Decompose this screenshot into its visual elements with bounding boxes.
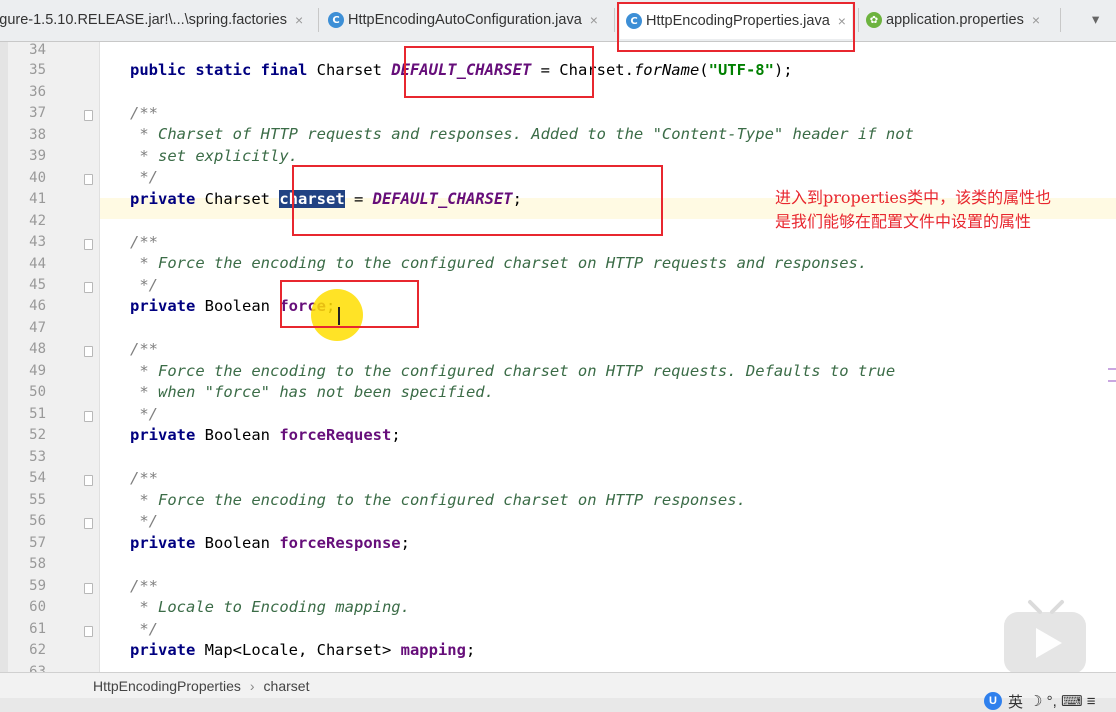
fold-toggle-icon[interactable] <box>84 475 93 486</box>
annotation-line: 是我们能够在配置文件中设置的属性 <box>775 212 1032 231</box>
code-line-40: */ <box>130 168 158 186</box>
fold-toggle-icon[interactable] <box>84 239 93 250</box>
line-number-gutter: 34 35 36 37 38 39 40 41 42 43 44 45 46 4… <box>8 42 100 672</box>
line-number: 47 <box>29 320 46 336</box>
code-line-51: */ <box>130 405 158 423</box>
scroll-marker <box>1108 368 1116 370</box>
video-play-icon[interactable] <box>1000 598 1090 678</box>
highlight-box-force-field <box>280 280 419 328</box>
tab-spring-factories[interactable]: figure-1.5.10.RELEASE.jar!\...\spring.fa… <box>0 6 303 34</box>
line-number: 39 <box>29 148 46 164</box>
tab-application-properties[interactable]: ✿ application.properties × <box>866 6 1040 34</box>
line-number: 54 <box>29 470 46 486</box>
code-line-62: private Map<Locale, Charset> mapping; <box>130 641 476 659</box>
line-number: 55 <box>29 492 46 508</box>
code-line-54: /** <box>130 469 158 487</box>
code-line-37: /** <box>130 104 158 122</box>
code-line-49: * Force the encoding to the configured c… <box>130 362 896 380</box>
line-number: 61 <box>29 621 46 637</box>
tab-http-encoding-auto-configuration[interactable]: C HttpEncodingAutoConfiguration.java × <box>328 6 598 34</box>
line-number: 36 <box>29 84 46 100</box>
code-line-43: /** <box>130 233 158 251</box>
line-number: 34 <box>29 42 46 58</box>
breadcrumb: HttpEncodingProperties › charset <box>0 672 1116 698</box>
tab-divider <box>1060 8 1061 32</box>
close-icon[interactable]: × <box>295 12 303 28</box>
code-line-44: * Force the encoding to the configured c… <box>130 254 868 272</box>
code-line-56: */ <box>130 512 158 530</box>
class-icon: C <box>328 12 344 28</box>
tab-divider <box>614 8 615 32</box>
line-number: 44 <box>29 256 46 272</box>
line-number: 38 <box>29 127 46 143</box>
line-number: 41 <box>29 191 46 207</box>
breadcrumb-item-class[interactable]: HttpEncodingProperties <box>93 678 241 694</box>
tab-label: figure-1.5.10.RELEASE.jar!\...\spring.fa… <box>0 12 287 28</box>
line-number: 53 <box>29 449 46 465</box>
left-tool-strip <box>0 42 8 672</box>
line-number: 42 <box>29 213 46 229</box>
chevron-down-icon: ▾ <box>1092 12 1100 28</box>
tab-label: HttpEncodingAutoConfiguration.java <box>348 12 582 28</box>
close-icon[interactable]: × <box>1032 12 1040 28</box>
line-number: 63 <box>29 664 46 672</box>
ime-logo-icon: U <box>984 692 1002 710</box>
fold-toggle-icon[interactable] <box>84 518 93 529</box>
close-icon[interactable]: × <box>590 12 598 28</box>
breadcrumb-item-field[interactable]: charset <box>264 678 310 694</box>
fold-toggle-icon[interactable] <box>84 411 93 422</box>
line-number: 60 <box>29 599 46 615</box>
code-line-59: /** <box>130 577 158 595</box>
line-number: 46 <box>29 298 46 314</box>
tab-label: application.properties <box>886 12 1024 28</box>
line-number: 49 <box>29 363 46 379</box>
annotation-line: 进入到properties类中，该类的属性也 <box>775 188 1052 207</box>
line-number: 43 <box>29 234 46 250</box>
line-number: 45 <box>29 277 46 293</box>
line-number: 37 <box>29 105 46 121</box>
code-editor[interactable]: public static final Charset DEFAULT_CHAR… <box>100 42 1116 672</box>
tab-divider <box>318 8 319 32</box>
line-number: 40 <box>29 170 46 186</box>
code-line-52: private Boolean forceRequest; <box>130 426 401 444</box>
code-line-48: /** <box>130 340 158 358</box>
tab-list-menu-button[interactable]: ▾ <box>1092 6 1099 34</box>
line-number: 52 <box>29 427 46 443</box>
spring-leaf-icon: ✿ <box>866 12 882 28</box>
code-line-61: */ <box>130 620 158 638</box>
code-line-38: * Charset of HTTP requests and responses… <box>130 125 914 143</box>
fold-toggle-icon[interactable] <box>84 282 93 293</box>
ime-toolbar[interactable]: U 英 ☽ °, ⌨ ≡ <box>984 690 1096 712</box>
line-number: 50 <box>29 384 46 400</box>
line-number: 48 <box>29 341 46 357</box>
line-number: 57 <box>29 535 46 551</box>
code-line-45: */ <box>130 276 158 294</box>
line-number: 35 <box>29 62 46 78</box>
code-line-60: * Locale to Encoding mapping. <box>130 598 410 616</box>
editor-tab-bar: figure-1.5.10.RELEASE.jar!\...\spring.fa… <box>0 0 1116 52</box>
ime-language-toggle[interactable]: 英 <box>1008 691 1023 712</box>
highlight-box-charset-field <box>292 165 663 236</box>
tab-divider <box>858 8 859 32</box>
status-bar <box>0 698 1116 712</box>
line-number: 51 <box>29 406 46 422</box>
ime-symbols[interactable]: ☽ °, ⌨ ≡ <box>1029 692 1096 710</box>
line-number: 56 <box>29 513 46 529</box>
annotation-note: 进入到properties类中，该类的属性也 是我们能够在配置文件中设置的属性 <box>775 186 1051 234</box>
line-number: 59 <box>29 578 46 594</box>
fold-toggle-icon[interactable] <box>84 626 93 637</box>
code-line-55: * Force the encoding to the configured c… <box>130 491 746 509</box>
fold-toggle-icon[interactable] <box>84 110 93 121</box>
breadcrumb-separator: › <box>249 677 255 694</box>
highlight-box-default-charset <box>404 46 594 98</box>
code-line-50: * when "force" has not been specified. <box>130 383 494 401</box>
fold-toggle-icon[interactable] <box>84 346 93 357</box>
fold-toggle-icon[interactable] <box>84 174 93 185</box>
code-line-57: private Boolean forceResponse; <box>130 534 410 552</box>
code-line-39: * set explicitly. <box>130 147 298 165</box>
line-number: 58 <box>29 556 46 572</box>
fold-toggle-icon[interactable] <box>84 583 93 594</box>
scroll-marker <box>1108 380 1116 382</box>
line-number: 62 <box>29 642 46 658</box>
